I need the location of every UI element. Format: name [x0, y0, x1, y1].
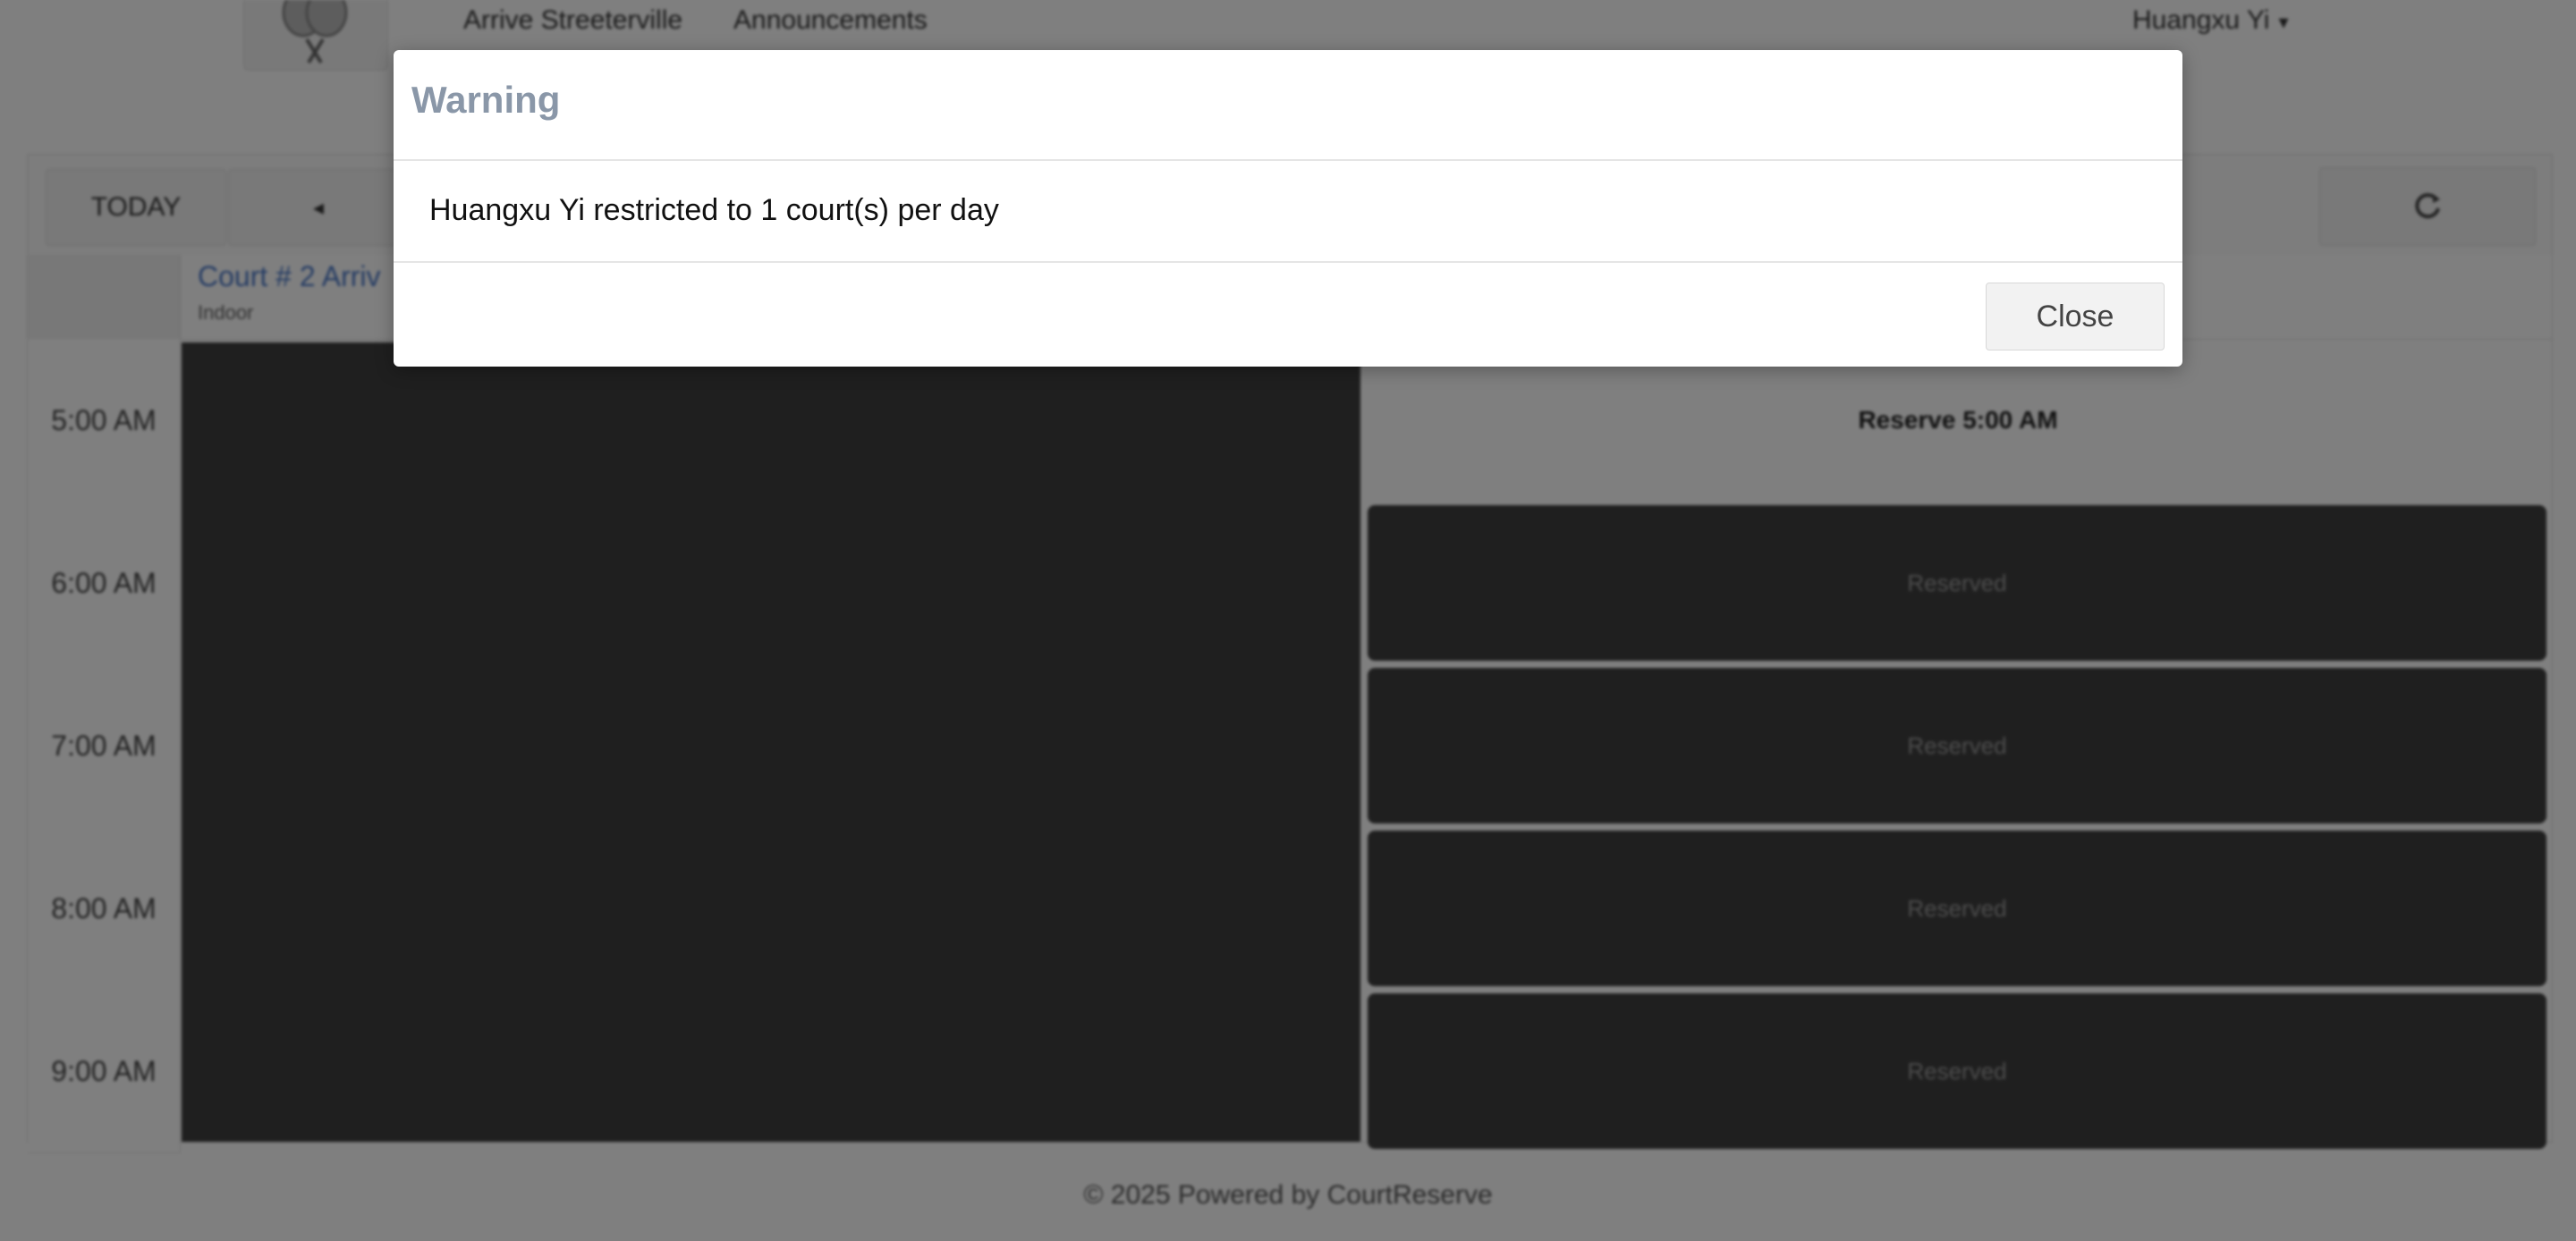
dialog-body: Huangxu Yi restricted to 1 court(s) per … — [394, 161, 2182, 263]
dialog-message: Huangxu Yi restricted to 1 court(s) per … — [429, 193, 999, 227]
dialog-title: Warning — [411, 79, 561, 121]
close-button[interactable]: Close — [1986, 283, 2165, 350]
warning-dialog: Warning Huangxu Yi restricted to 1 court… — [394, 50, 2182, 367]
dialog-header: Warning — [394, 50, 2182, 161]
